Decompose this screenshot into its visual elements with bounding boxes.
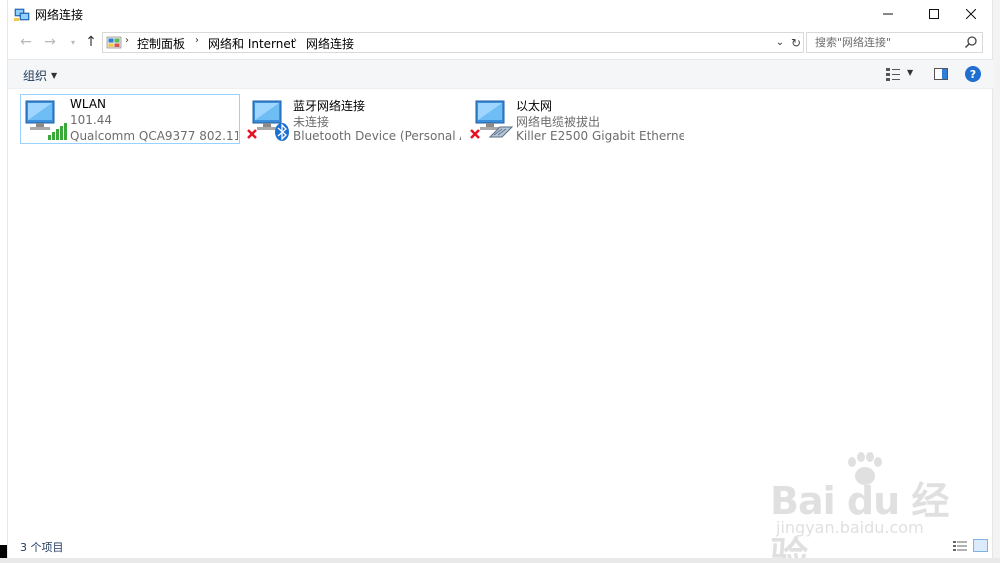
organize-label: 组织 (23, 69, 48, 83)
breadcrumb-network-internet[interactable]: 网络和 Internet (208, 35, 295, 52)
window-title: 网络连接 (35, 8, 84, 22)
minimize-button[interactable] (865, 0, 911, 28)
breadcrumb-network-connections[interactable]: 网络连接 (306, 35, 354, 52)
chevron-down-icon: ⌄ (775, 37, 785, 48)
address-bar[interactable]: › 控制面板 › 网络和 Internet › 网络连接 ⌄ ↻ (102, 32, 804, 53)
breadcrumb-separator[interactable]: › (293, 35, 297, 46)
control-panel-icon (106, 36, 122, 49)
connection-item-wlan[interactable]: WLAN 101.44 Qualcomm QCA9377 802.11ac... (20, 94, 240, 144)
connection-device: Killer E2500 Gigabit Ethernet C... (516, 129, 684, 143)
bluetooth-adapter-icon (247, 100, 289, 141)
network-folder-icon (14, 8, 30, 21)
connection-name: 以太网 (516, 99, 553, 113)
breadcrumb-control-panel[interactable]: 控制面板 (137, 35, 185, 52)
connection-status: 未连接 (293, 115, 330, 129)
breadcrumb-separator: › (125, 35, 129, 46)
connection-name: 蓝牙网络连接 (293, 99, 366, 113)
connection-status: 网络电缆被拔出 (516, 115, 601, 129)
arrow-left-icon: ← (20, 34, 32, 50)
details-view-icon[interactable] (953, 540, 967, 552)
bottom-edge (0, 558, 1000, 563)
search-icon[interactable] (964, 35, 978, 49)
preview-pane-icon[interactable] (934, 68, 948, 80)
change-view-icon[interactable] (886, 67, 902, 81)
close-button[interactable] (948, 0, 994, 28)
item-count: 3 个项目 (20, 541, 64, 554)
baidu-watermark: Bai du 经验 jingyan.baidu.com (770, 452, 970, 563)
connection-item-ethernet[interactable]: 以太网 网络电缆被拔出 Killer E2500 Gigabit Etherne… (466, 94, 686, 144)
recent-locations-button[interactable]: ▾ (63, 32, 83, 52)
watermark-url: jingyan.baidu.com (776, 518, 924, 537)
refresh-icon: ↻ (790, 35, 802, 50)
connection-device: Bluetooth Device (Personal Ar... (293, 129, 461, 143)
arrow-up-icon: ↑ (85, 34, 97, 50)
explorer-window: 网络连接 ← → ▾ ↑ › 控制面板 › 网络和 Internet › 网络连… (7, 0, 994, 563)
address-history-button[interactable]: ⌄ (773, 34, 787, 51)
up-button[interactable]: ↑ (81, 32, 101, 52)
navigation-bar: ← → ▾ ↑ › 控制面板 › 网络和 Internet › 网络连接 ⌄ ↻ (8, 30, 994, 54)
command-bar: 组织 ▼ ▼ ? (8, 59, 994, 89)
close-icon (966, 9, 976, 19)
search-box[interactable] (806, 32, 983, 53)
left-edge (0, 0, 7, 563)
view-options-caret-icon[interactable]: ▼ (907, 68, 913, 77)
tiles-view-icon[interactable] (973, 539, 988, 552)
caret-down-icon: ▼ (51, 71, 58, 80)
chevron-down-icon: ▾ (70, 37, 75, 47)
search-input[interactable] (807, 33, 959, 52)
connection-status: 101.44 (70, 113, 112, 127)
title-bar[interactable]: 网络连接 (8, 0, 994, 28)
back-button[interactable]: ← (16, 32, 36, 52)
connection-name: WLAN (70, 97, 107, 111)
forward-button[interactable]: → (40, 32, 60, 52)
organize-menu[interactable]: 组织 ▼ (23, 67, 57, 84)
connection-item-bluetooth[interactable]: 蓝牙网络连接 未连接 Bluetooth Device (Personal Ar… (243, 94, 463, 144)
refresh-button[interactable]: ↻ (789, 34, 803, 51)
wifi-adapter-icon (25, 100, 67, 140)
right-edge (993, 0, 1000, 563)
ethernet-adapter-icon (470, 100, 514, 139)
help-button[interactable]: ? (965, 66, 981, 82)
minimize-icon (883, 13, 893, 15)
help-icon: ? (969, 67, 977, 81)
status-bar: 3 个项目 (8, 536, 994, 556)
maximize-icon (929, 9, 939, 19)
arrow-right-icon: → (44, 34, 56, 50)
connection-device: Qualcomm QCA9377 802.11ac... (70, 129, 238, 143)
breadcrumb-separator[interactable]: › (195, 35, 199, 46)
